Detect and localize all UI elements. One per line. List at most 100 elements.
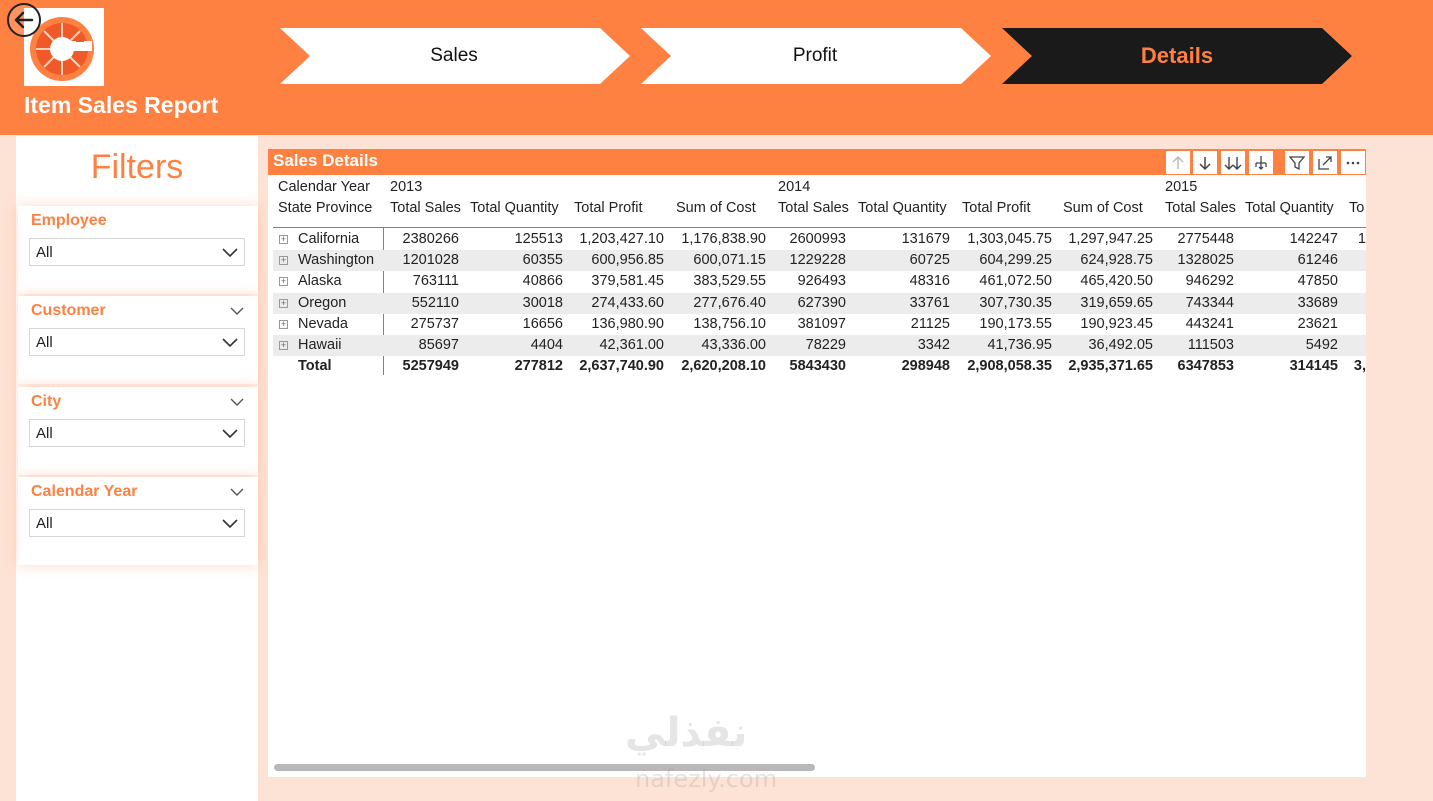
expand-row-icon[interactable]: + (279, 341, 288, 350)
table-cell: 743344 (1185, 294, 1234, 311)
table-cell: 465,420.50 (1080, 273, 1153, 290)
table-cell: 42,361.00 (599, 337, 664, 353)
customer-dropdown[interactable]: All (29, 328, 245, 356)
table-cell: 138,756.10 (693, 315, 766, 332)
table-cell: 319,659.65 (1080, 294, 1153, 311)
calendar-year-dropdown[interactable]: All (29, 509, 245, 537)
table-cell: 1,297,947.25 (1068, 231, 1153, 247)
table-cell: 624,928.75 (1080, 252, 1153, 269)
dropdown-value: All (36, 333, 53, 351)
visual-title: Sales Details (273, 151, 378, 170)
table-cell: 381097 (797, 315, 846, 332)
dropdown-value: All (36, 243, 53, 261)
total-cell: 5843430 (789, 358, 846, 375)
nav-tab-label: Details (1140, 43, 1214, 68)
row-label: Hawaii (298, 337, 342, 353)
employee-dropdown[interactable]: All (29, 238, 245, 266)
table-cell: 60725 (909, 252, 950, 269)
total-cell: 2,908,058.35 (967, 358, 1052, 375)
chevron-down-icon (222, 519, 238, 529)
table-cell: 30018 (522, 294, 563, 311)
table-cell: 600,956.85 (591, 252, 664, 269)
city-dropdown[interactable]: All (29, 419, 245, 447)
table-cell: 125513 (514, 231, 563, 247)
table-cell: 1 (1357, 231, 1366, 247)
table-cell: 21125 (910, 315, 950, 332)
expand-row-icon[interactable]: + (279, 256, 288, 266)
column-header: Total Sales (778, 200, 849, 216)
table-cell: 1,203,427.10 (579, 231, 664, 247)
table-cell: 131679 (901, 231, 950, 247)
chevron-down-icon (222, 429, 238, 439)
table-cell: 4404 (530, 337, 563, 353)
column-header: Total Sales (390, 200, 461, 216)
table-cell: 1201028 (402, 252, 459, 269)
focus-mode-icon[interactable] (1313, 151, 1337, 174)
total-cell: 5257949 (402, 358, 459, 375)
row-header-top: Calendar Year (278, 179, 370, 195)
filter-label: Employee (31, 212, 107, 229)
drill-up-icon[interactable] (1166, 151, 1190, 174)
table-cell: 48316 (909, 273, 950, 290)
filter-calendar-year: Calendar Year All (18, 477, 258, 565)
more-options-icon[interactable] (1341, 151, 1365, 174)
nav-tab-details[interactable]: Details (1002, 28, 1352, 84)
chevron-down-icon[interactable] (230, 487, 244, 497)
table-cell: 47850 (1297, 273, 1338, 290)
filter-customer: Customer All (18, 296, 258, 384)
total-label: Total (298, 358, 332, 375)
chevron-down-icon[interactable] (230, 397, 244, 407)
column-header: Total Quantity (858, 200, 947, 216)
total-cell: 6347853 (1177, 358, 1234, 375)
table-cell: 5492 (1305, 337, 1338, 353)
table-cell: 60355 (522, 252, 563, 269)
total-cell: 314145 (1289, 358, 1338, 375)
filter-icon[interactable] (1285, 151, 1309, 174)
expand-row-icon[interactable]: + (279, 319, 288, 329)
year-header: 2015 (1165, 179, 1198, 195)
dropdown-value: All (36, 514, 53, 532)
table-cell: 1,176,838.90 (681, 231, 766, 247)
drill-down-icon[interactable] (1193, 151, 1217, 174)
table-cell: 41,736.95 (987, 337, 1052, 353)
watermark-sub: nafezly.com (635, 765, 778, 793)
table-cell: 2775448 (1177, 231, 1234, 247)
filter-city: City All (18, 387, 258, 475)
expand-row-icon[interactable]: + (279, 277, 288, 287)
header-divider (273, 227, 1366, 228)
table-cell: 190,173.55 (979, 315, 1052, 332)
total-cell: 3, (1353, 358, 1366, 375)
table-cell: 190,923.45 (1080, 315, 1153, 332)
row-label: Nevada (298, 315, 348, 332)
table-cell: 111503 (1187, 337, 1234, 353)
table-cell: 604,299.25 (979, 252, 1052, 269)
column-header: Total Quantity (1245, 200, 1334, 216)
row-label: Washington (298, 252, 375, 269)
column-header: To (1349, 200, 1365, 216)
expand-row-icon[interactable]: + (279, 298, 288, 308)
table-cell: 627390 (797, 294, 846, 311)
year-header: 2013 (390, 179, 423, 195)
table-cell: 926493 (797, 273, 846, 290)
table-cell: 2380266 (402, 231, 459, 247)
table-cell: 78229 (805, 337, 846, 353)
table-cell: 552110 (411, 294, 459, 311)
table-cell: 1229228 (789, 252, 846, 269)
back-button[interactable] (7, 3, 41, 37)
chevron-down-icon[interactable] (230, 306, 244, 316)
table-cell: 1328025 (1177, 252, 1234, 269)
expand-row-icon[interactable]: + (279, 235, 288, 244)
table-cell: 2600993 (789, 231, 846, 247)
table-cell: 33761 (909, 294, 950, 311)
sales-details-visual: Sales Details Calendar Year State Provinc… (268, 149, 1366, 777)
table-cell: 3342 (917, 337, 950, 353)
nav-tab-sales[interactable]: Sales (280, 28, 630, 84)
table-cell: 23621 (1297, 315, 1338, 332)
table-cell: 61246 (1297, 252, 1338, 269)
expand-next-level-icon[interactable] (1221, 151, 1245, 174)
table-cell: 142247 (1289, 231, 1338, 247)
nav-tab-profit[interactable]: Profit (641, 28, 991, 84)
filter-label: Calendar Year (31, 483, 138, 500)
table-cell: 383,529.55 (693, 273, 766, 290)
expand-hierarchy-icon[interactable] (1249, 151, 1273, 174)
